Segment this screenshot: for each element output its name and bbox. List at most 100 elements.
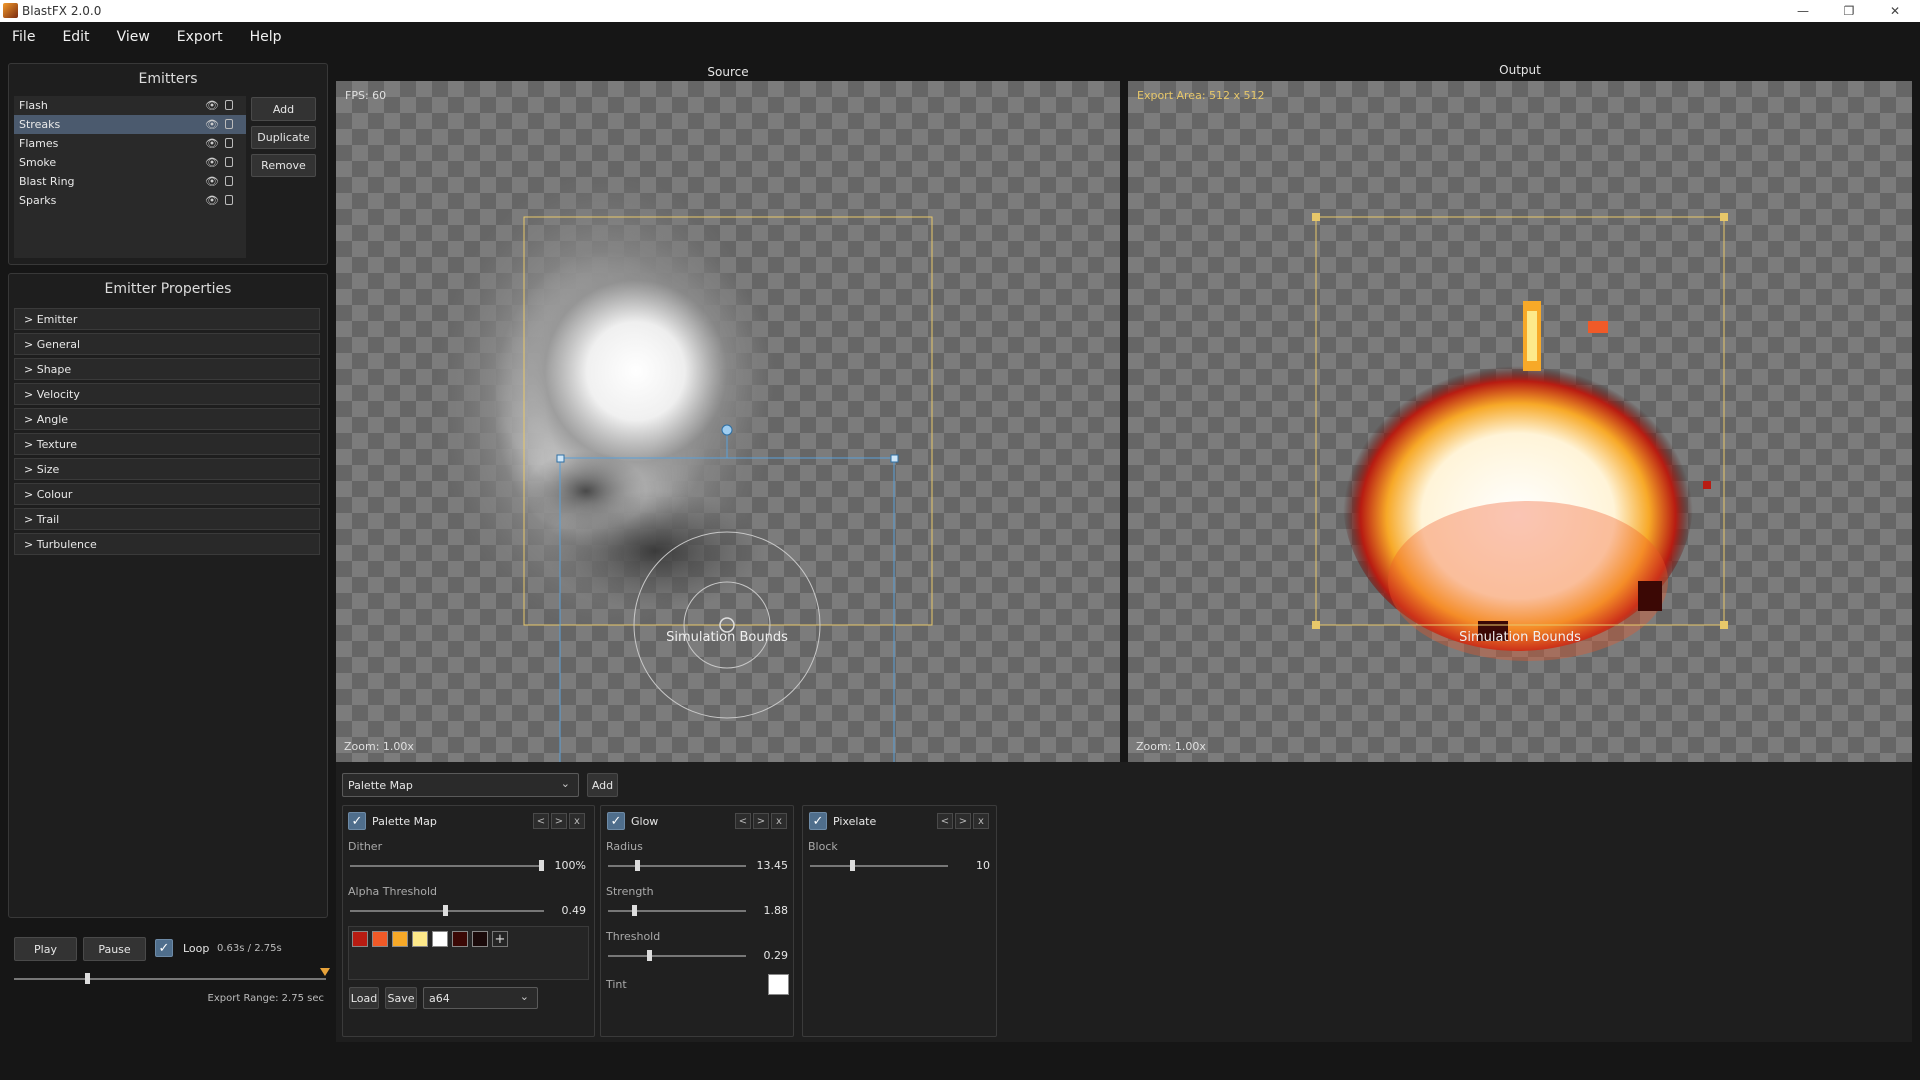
export-corner-handle[interactable] [1312,621,1320,629]
effect-type-value: Palette Map [348,778,413,792]
export-range-marker-icon[interactable] [320,968,330,976]
resize-handle[interactable] [890,454,899,463]
timeline-playhead[interactable] [85,973,90,984]
output-zoom-readout: Zoom: 1.00x [1136,740,1206,753]
rotation-handle[interactable] [721,424,733,436]
section-trail[interactable]: > Trail [14,508,320,530]
alpha-threshold-slider[interactable] [350,905,544,916]
alpha-threshold-slider-thumb[interactable] [443,905,448,916]
move-left-button[interactable]: < [735,813,751,829]
palette-swatch[interactable] [412,931,428,947]
lock-icon[interactable] [225,100,233,110]
block-slider-thumb[interactable] [850,860,855,871]
properties-title: Emitter Properties [104,281,232,297]
source-bounds-label: Simulation Bounds [666,630,788,645]
emitter-item-blast-ring[interactable]: Blast Ring 👁 [14,172,246,191]
load-palette-button[interactable]: Load [349,987,379,1009]
flame-streak [1527,311,1537,361]
move-right-button[interactable]: > [955,813,971,829]
section-turbulence[interactable]: > Turbulence [14,533,320,555]
emitter-item-flash[interactable]: Flash 👁 [14,96,246,115]
output-viewport[interactable]: Export Area: 512 x 512 Simulation Bounds… [1128,81,1912,762]
strength-slider[interactable] [608,905,746,916]
threshold-slider-thumb[interactable] [647,950,652,961]
duplicate-emitter-button[interactable]: Duplicate [251,126,316,149]
effect-type-select[interactable]: Palette Map ⌄ [342,773,579,797]
close-button[interactable]: ✕ [1872,0,1918,22]
block-slider[interactable] [810,860,948,871]
remove-effect-button[interactable]: x [771,813,787,829]
threshold-slider[interactable] [608,950,746,961]
section-general[interactable]: > General [14,333,320,355]
palette-swatch[interactable] [392,931,408,947]
move-left-button[interactable]: < [937,813,953,829]
palette-map-enabled-checkbox[interactable]: ✓ [348,812,366,830]
section-angle[interactable]: > Angle [14,408,320,430]
emitter-item-streaks[interactable]: Streaks 👁 [14,115,246,134]
section-texture[interactable]: > Texture [14,433,320,455]
minimize-button[interactable]: — [1780,0,1826,22]
export-corner-handle[interactable] [1720,621,1728,629]
palette-swatch[interactable] [352,931,368,947]
menu-help[interactable]: Help [250,29,282,45]
eye-icon[interactable]: 👁 [205,137,219,150]
eye-icon[interactable]: 👁 [205,194,219,207]
timeline-track[interactable] [14,968,330,984]
section-colour[interactable]: > Colour [14,483,320,505]
menu-file[interactable]: File [12,29,35,45]
source-zoom-readout: Zoom: 1.00x [344,740,414,753]
menu-edit[interactable]: Edit [62,29,89,45]
emitter-item-sparks[interactable]: Sparks 👁 [14,191,246,210]
menu-export[interactable]: Export [177,29,223,45]
eye-icon[interactable]: 👁 [205,99,219,112]
lock-icon[interactable] [225,119,233,129]
menu-view[interactable]: View [117,29,150,45]
remove-emitter-button[interactable]: Remove [251,154,316,177]
eye-icon[interactable]: 👁 [205,156,219,169]
palette-preset-select[interactable]: a64 ⌄ [423,987,538,1009]
move-right-button[interactable]: > [551,813,567,829]
pause-button[interactable]: Pause [83,937,146,961]
section-size[interactable]: > Size [14,458,320,480]
pixelate-enabled-checkbox[interactable]: ✓ [809,812,827,830]
play-button[interactable]: Play [14,937,77,961]
lock-icon[interactable] [225,195,233,205]
lock-icon[interactable] [225,138,233,148]
lock-icon[interactable] [225,157,233,167]
palette-swatch[interactable] [452,931,468,947]
glow-enabled-checkbox[interactable]: ✓ [607,812,625,830]
add-effect-button[interactable]: Add [587,773,618,797]
add-swatch-button[interactable]: + [492,931,508,947]
eye-icon[interactable]: 👁 [205,175,219,188]
section-shape[interactable]: > Shape [14,358,320,380]
emitter-item-flames[interactable]: Flames 👁 [14,134,246,153]
window-title: BlastFX 2.0.0 [22,4,102,18]
radius-slider[interactable] [608,860,746,871]
move-left-button[interactable]: < [533,813,549,829]
resize-handle[interactable] [556,454,565,463]
export-corner-handle[interactable] [1312,213,1320,221]
tint-color-swatch[interactable] [768,974,789,995]
source-viewport[interactable]: FPS: 60 Simulation Bounds Zoom: 1.00x [336,81,1120,762]
emitter-item-smoke[interactable]: Smoke 👁 [14,153,246,172]
loop-label: Loop [183,942,210,955]
palette-swatch[interactable] [472,931,488,947]
save-palette-button[interactable]: Save [385,987,417,1009]
strength-slider-thumb[interactable] [632,905,637,916]
palette-swatch[interactable] [372,931,388,947]
radius-slider-thumb[interactable] [635,860,640,871]
palette-map-title: Palette Map [372,815,437,828]
remove-effect-button[interactable]: x [569,813,585,829]
eye-icon[interactable]: 👁 [205,118,219,131]
section-emitter[interactable]: > Emitter [14,308,320,330]
dither-slider[interactable] [350,860,544,871]
loop-checkbox[interactable]: ✓ [155,939,173,957]
add-emitter-button[interactable]: Add [251,97,316,121]
remove-effect-button[interactable]: x [973,813,989,829]
export-corner-handle[interactable] [1720,213,1728,221]
lock-icon[interactable] [225,176,233,186]
section-velocity[interactable]: > Velocity [14,383,320,405]
move-right-button[interactable]: > [753,813,769,829]
maximize-button[interactable]: ❐ [1826,0,1872,22]
palette-swatch[interactable] [432,931,448,947]
